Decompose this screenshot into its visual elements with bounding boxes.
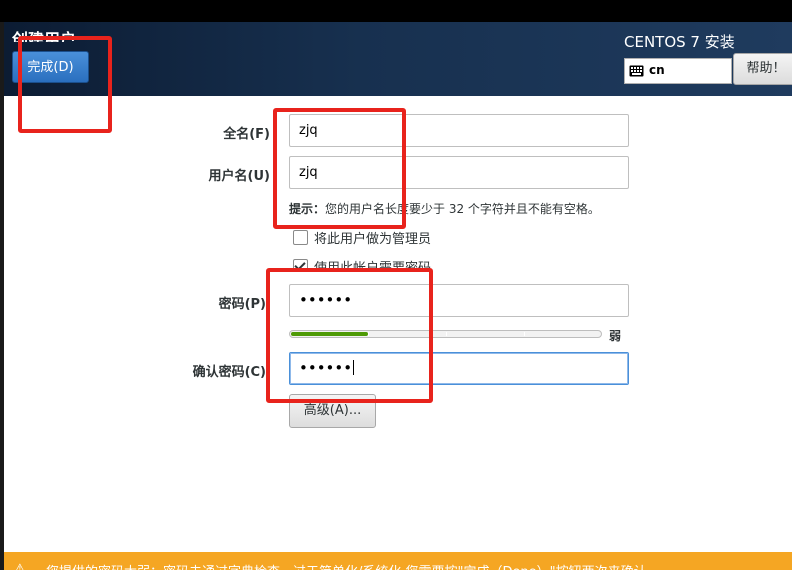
left-edge (0, 22, 4, 570)
admin-checkbox-row[interactable]: 将此用户做为管理员 (293, 228, 431, 247)
username-label: 用户名(U) (208, 169, 270, 184)
keyboard-layout-label: cn (649, 63, 665, 77)
admin-checkbox-label: 将此用户做为管理员 (314, 232, 432, 247)
warning-icon: ⚠ (14, 562, 26, 570)
top-black-bar (0, 0, 792, 22)
password-strength-label: 弱 (609, 329, 622, 343)
keyboard-layout-indicator[interactable]: cn (624, 58, 732, 84)
header-bar: 创建用户 完成(D) CENTOS 7 安装 cn 帮助！ (4, 22, 792, 96)
annotation-box-done (18, 36, 112, 133)
fullname-label: 全名(F) (223, 127, 270, 142)
warning-bar[interactable]: ⚠ 您提供的密码太弱：密码未通过字典检查 - 过于简单化/系统化 您需要按"完成… (4, 552, 792, 570)
admin-checkbox[interactable] (293, 230, 308, 245)
warning-text: 您提供的密码太弱：密码未通过字典检查 - 过于简单化/系统化 您需要按"完成（D… (46, 561, 660, 570)
strength-segment-divider (446, 332, 447, 336)
help-button[interactable]: 帮助！ (733, 53, 792, 85)
keyboard-icon (629, 65, 644, 77)
confirm-password-label: 确认密码(C) (192, 365, 266, 380)
annotation-box-names (273, 108, 406, 229)
annotation-box-passwords (266, 268, 433, 403)
password-label: 密码(P) (218, 297, 266, 312)
product-title: CENTOS 7 安装 (624, 33, 735, 51)
strength-segment-divider (524, 332, 525, 336)
